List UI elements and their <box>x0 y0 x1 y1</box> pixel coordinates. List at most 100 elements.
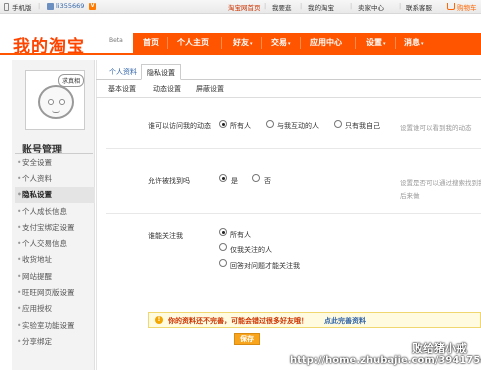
sidebar-item-app-auth[interactable]: 应用授权 <box>15 301 95 317</box>
sidebar-item-profile[interactable]: 个人资料 <box>15 171 95 187</box>
chevron-down-icon: ▾ <box>288 41 291 47</box>
save-button[interactable]: 保存 <box>234 333 260 345</box>
watermark-name: 败给猪小戒 <box>412 342 467 355</box>
seller-center-link[interactable]: 卖家中心 <box>358 2 384 12</box>
dynamic-self-radio[interactable] <box>334 120 342 128</box>
sidebar-item-privacy[interactable]: 隐私设置 <box>15 187 95 203</box>
dynamic-self-label: 只有我自己 <box>345 122 380 130</box>
searchable-yes-radio[interactable] <box>219 174 227 182</box>
vip-badge: V <box>89 3 96 10</box>
searchable-no-radio[interactable] <box>252 174 260 182</box>
sidebar-item-wangwang[interactable]: 旺旺网页版设置 <box>15 285 95 301</box>
nav-settings[interactable]: 设置▾ <box>366 33 386 53</box>
nav-settings-label: 设置 <box>366 38 382 47</box>
sidebar-item-reminder[interactable]: 网站提醒 <box>15 269 95 285</box>
main-nav: 首页 个人主页 好友▾ 交易▾ 应用中心 设置▾ 消息▾ <box>133 33 481 53</box>
sidebar-item-alipay[interactable]: 支付宝绑定设置 <box>15 220 95 236</box>
follow-all-radio[interactable] <box>219 228 227 236</box>
nav-friends[interactable]: 好友▾ <box>233 33 253 53</box>
eye-icon <box>48 99 54 105</box>
my-taobao-link[interactable]: 我的淘宝 <box>308 2 334 12</box>
divider: | <box>399 2 402 10</box>
mouth-icon <box>52 110 60 113</box>
avatar-bubble: 求真相 <box>58 74 85 87</box>
nav-divider <box>300 37 301 49</box>
service-link[interactable]: 联系客服 <box>406 2 432 12</box>
sidebar-item-share[interactable]: 分享绑定 <box>15 334 95 350</box>
searchable-no-label: 否 <box>264 177 271 185</box>
nav-messages-label: 消息 <box>404 38 420 47</box>
tab-profile[interactable]: 个人资料 <box>104 64 142 80</box>
sidebar-item-growth[interactable]: 个人成长信息 <box>15 204 95 220</box>
top-bar: 手机版 | li355669 V 淘宝网首页 | 我要逛 | 我的淘宝 | 卖家… <box>0 0 481 14</box>
nav-profile[interactable]: 个人主页 <box>177 33 209 53</box>
profile-incomplete-notice: ! 你的资料还不完善，可能会错过很多好友哦！ 点此完善资料 <box>148 312 481 328</box>
notice-text: 你的资料还不完善，可能会错过很多好友哦！ <box>168 317 308 325</box>
searchable-hint-2: 后来做 <box>400 192 420 200</box>
page: 手机版 | li355669 V 淘宝网首页 | 我要逛 | 我的淘宝 | 卖家… <box>0 0 481 370</box>
divider: | <box>38 2 41 10</box>
nav-divider <box>395 37 396 49</box>
user-icon <box>47 3 54 10</box>
follow-question-label: 回答对问题才能关注我 <box>230 262 300 270</box>
avatar[interactable]: 求真相 <box>25 70 85 130</box>
tab-bar: 个人资料 隐私设置 <box>96 64 481 80</box>
chevron-down-icon: ▾ <box>250 41 253 47</box>
subtab-block[interactable]: 屏蔽设置 <box>196 84 224 94</box>
avatar-face-icon <box>38 85 74 119</box>
follow-all-label: 所有人 <box>230 231 251 239</box>
sidebar-item-address[interactable]: 收货地址 <box>15 252 95 268</box>
dynamic-visibility-label: 谁可以访问我的动态 <box>148 122 211 130</box>
nav-divider <box>355 37 356 49</box>
searchable-yes-label: 是 <box>231 177 238 185</box>
nav-divider <box>167 37 168 49</box>
cart-link[interactable]: 购物车 <box>457 2 477 12</box>
sidebar-item-security[interactable]: 安全设置 <box>15 155 95 171</box>
sidebar-item-trade-info[interactable]: 个人交易信息 <box>15 236 95 252</box>
follow-followed-radio[interactable] <box>219 243 227 251</box>
nav-apps[interactable]: 应用中心 <box>310 33 342 53</box>
follow-question-radio[interactable] <box>219 259 227 267</box>
complete-profile-link[interactable]: 点此完善资料 <box>324 316 366 326</box>
beta-badge: Beta <box>109 37 123 44</box>
row-divider <box>106 148 481 149</box>
sidebar-item-lab[interactable]: 实验室功能设置 <box>15 318 95 334</box>
dynamic-all-label: 所有人 <box>230 122 251 130</box>
subtab-bar: 基本设置 动态设置 屏蔽设置 <box>96 82 481 98</box>
watermark-url: http://home.zhubajie.com/3941754/ <box>290 355 481 366</box>
nav-underline <box>0 53 481 55</box>
follow-label: 谁能关注我 <box>148 232 183 240</box>
user-id-link[interactable]: li355669 <box>56 2 84 10</box>
searchable-label: 允许被找到吗 <box>148 177 190 185</box>
nav-messages[interactable]: 消息▾ <box>404 33 424 53</box>
phone-icon <box>4 3 9 11</box>
chevron-down-icon: ▾ <box>421 41 424 47</box>
cart-icon <box>447 3 455 10</box>
divider: | <box>300 2 303 10</box>
divider: | <box>264 2 267 10</box>
eye-icon <box>59 99 65 105</box>
phone-link[interactable]: 手机版 <box>12 2 32 12</box>
dynamic-hint: 设置谁可以看到我的动态 <box>400 124 472 132</box>
favorites-link[interactable]: 我要逛 <box>272 2 292 12</box>
tab-privacy[interactable]: 隐私设置 <box>141 64 181 80</box>
nav-divider <box>261 37 262 49</box>
nav-home[interactable]: 首页 <box>143 33 159 53</box>
dynamic-interacted-radio[interactable] <box>266 120 274 128</box>
sidebar-divider <box>15 153 93 154</box>
dynamic-all-radio[interactable] <box>219 120 227 128</box>
nav-friends-label: 好友 <box>233 38 249 47</box>
nav-trade[interactable]: 交易▾ <box>271 33 291 53</box>
row-divider <box>106 213 481 214</box>
warning-icon: ! <box>155 316 163 324</box>
follow-followed-label: 仅我关注的人 <box>230 246 272 254</box>
dynamic-interacted-label: 与我互动的人 <box>277 122 319 130</box>
searchable-hint: 设置是否可以通过搜索找到我 <box>400 179 481 187</box>
chevron-down-icon: ▾ <box>383 41 386 47</box>
subtab-dynamic[interactable]: 动态设置 <box>153 84 181 94</box>
nav-trade-label: 交易 <box>271 38 287 47</box>
subtab-basic[interactable]: 基本设置 <box>108 84 136 94</box>
home-link[interactable]: 淘宝网首页 <box>228 2 261 12</box>
divider: | <box>350 2 353 10</box>
nav-divider <box>221 37 222 49</box>
